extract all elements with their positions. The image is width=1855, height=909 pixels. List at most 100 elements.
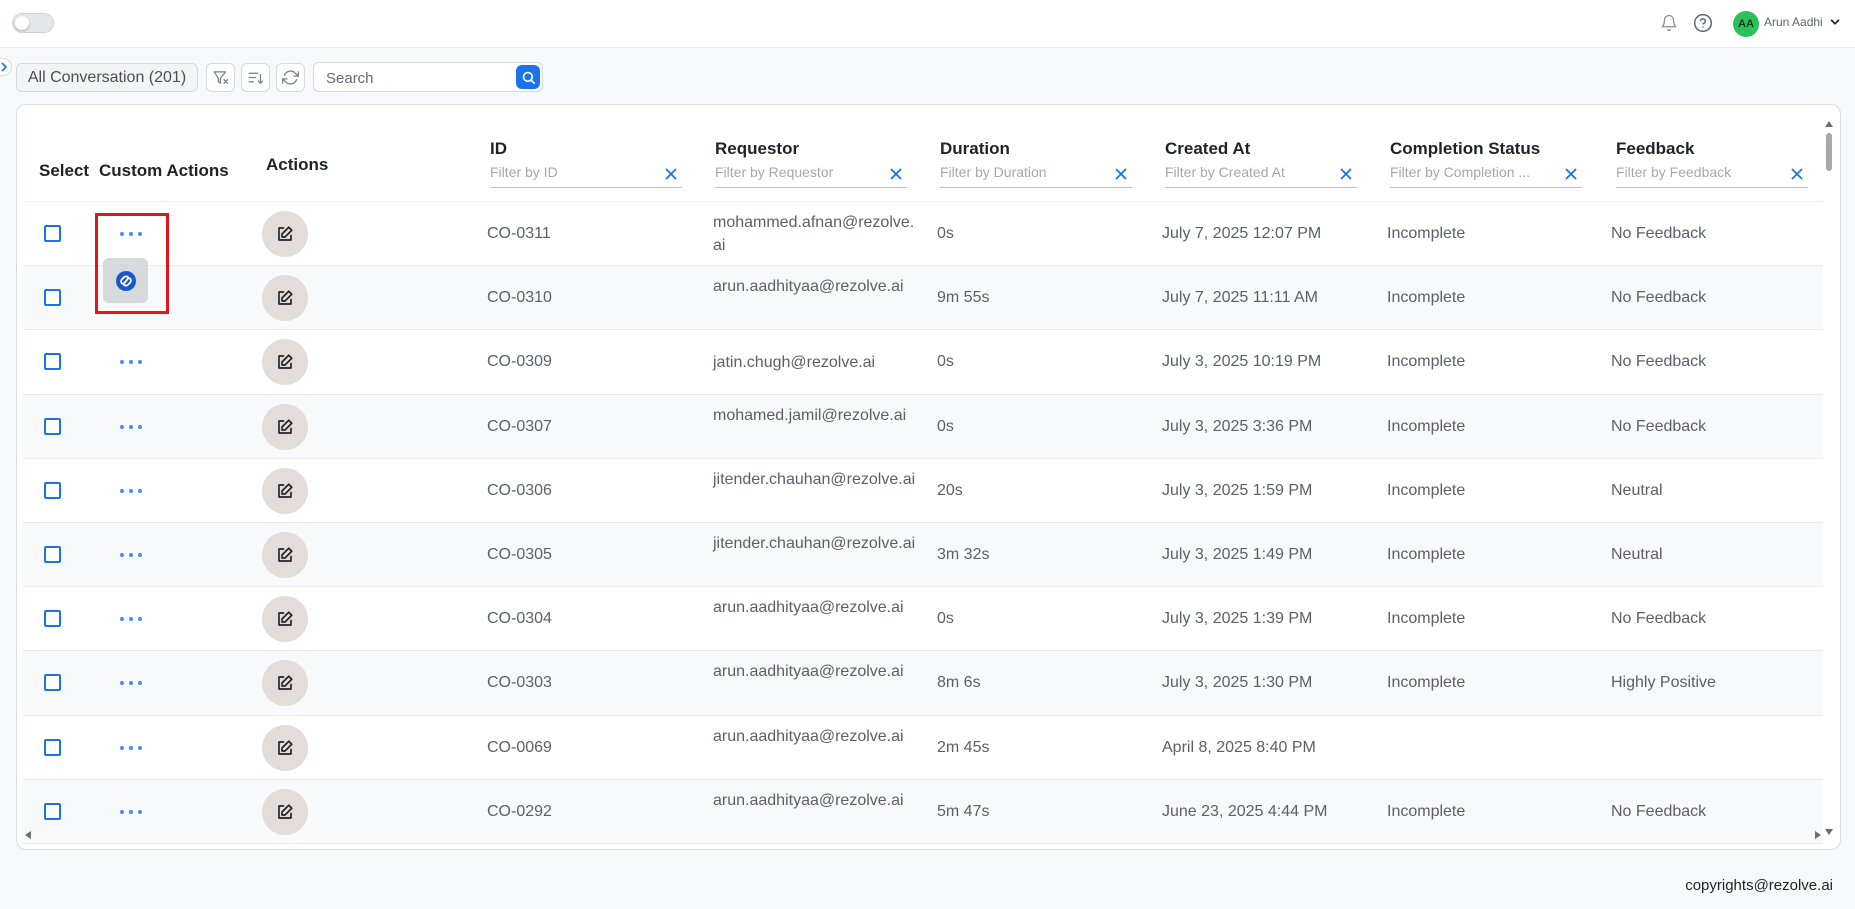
filter-completion-status-input[interactable] [1390,164,1540,180]
more-icon[interactable] [120,422,142,432]
cell-duration: 20s [937,481,963,499]
scroll-up-icon[interactable] [1825,121,1833,127]
cell-duration: 3m 32s [937,545,990,563]
edit-button[interactable] [262,724,308,771]
edit-button[interactable] [262,596,308,643]
clear-filter-icon[interactable] [1564,167,1578,181]
edit-icon [278,418,293,434]
edit-button[interactable] [262,403,308,450]
edit-icon [278,804,293,819]
edit-button[interactable] [262,467,308,514]
clear-filter-icon[interactable] [889,167,903,181]
search-button[interactable] [516,65,540,89]
cell-id[interactable]: CO-0305 [487,546,552,564]
all-conversation-button[interactable]: All Conversation (201) [16,63,198,92]
cell-created-at: July 3, 2025 1:39 PM [1162,610,1313,628]
header-requestor[interactable]: Requestor [715,139,799,159]
bell-icon[interactable] [1658,12,1680,34]
clear-filter-icon[interactable] [1790,167,1804,181]
chevron-down-icon[interactable] [1828,15,1842,29]
cell-status: Incomplete [1387,545,1466,563]
cell-created-at: July 7, 2025 11:11 AM [1162,289,1318,307]
cell-duration: 0s [937,417,954,435]
filter-button[interactable] [206,63,235,92]
filter-feedback-input[interactable] [1616,164,1766,180]
edit-button[interactable] [262,531,308,578]
edit-button[interactable] [262,788,308,835]
filter-icon [213,71,229,84]
help-icon[interactable] [1692,12,1714,34]
row-checkbox[interactable] [44,289,61,307]
edit-button[interactable] [262,275,308,322]
sort-button[interactable] [241,63,270,92]
vertical-scrollbar[interactable] [1823,119,1835,837]
row-checkbox[interactable] [44,545,61,563]
edit-button[interactable] [262,211,308,257]
row-checkbox[interactable] [44,481,61,499]
row-checkbox[interactable] [44,417,61,435]
search-input[interactable] [326,68,506,88]
cell-id[interactable]: CO-0307 [487,418,552,436]
cell-id[interactable]: CO-0303 [487,674,552,692]
row-checkbox[interactable] [44,610,61,628]
refresh-icon [282,70,299,85]
cell-id[interactable]: CO-0309 [487,353,552,371]
scroll-down-icon[interactable] [1825,829,1833,835]
horizontal-scrollbar[interactable] [23,829,1823,841]
row-checkbox[interactable] [44,802,61,820]
theme-toggle[interactable] [12,13,54,33]
edit-icon [278,739,293,755]
cell-id[interactable]: CO-0306 [487,482,552,500]
edit-button[interactable] [262,660,308,707]
clear-filter-icon[interactable] [1114,167,1128,181]
avatar[interactable]: AA [1733,11,1759,37]
header-duration[interactable]: Duration [940,139,1010,159]
filter-created-at-input[interactable] [1165,164,1315,180]
cell-feedback: No Feedback [1611,417,1707,435]
more-icon[interactable] [120,743,142,753]
clear-filter-icon[interactable] [1339,167,1353,181]
top-bar: AA Arun Aadhi [0,0,1855,48]
scroll-thumb[interactable] [1826,133,1832,171]
user-name[interactable]: Arun Aadhi [1764,15,1823,29]
edit-icon [278,547,293,562]
scroll-left-icon[interactable] [25,831,31,839]
conversation-table: Select Custom Actions Actions ID Request… [23,119,1823,844]
header-created-at[interactable]: Created At [1165,139,1250,159]
header-actions: Actions [266,155,329,174]
filter-id [490,162,682,188]
cell-duration: 8m 6s [937,674,981,692]
search-icon [522,71,535,84]
cell-id[interactable]: CO-0292 [487,803,552,821]
edit-icon [278,483,293,498]
filter-id-input[interactable] [490,164,640,180]
header-id[interactable]: ID [490,139,507,159]
cell-id[interactable]: CO-0310 [487,289,552,307]
more-icon[interactable] [120,807,142,817]
sidebar-expand-button[interactable] [0,58,12,76]
cell-id[interactable]: CO-0304 [487,610,552,628]
cell-requestor: arun.aadhityaa@rezolve.ai [713,599,904,617]
clear-filter-icon[interactable] [664,167,678,181]
row-checkbox[interactable] [44,738,61,756]
row-checkbox[interactable] [44,674,61,692]
filter-requestor-input[interactable] [715,164,865,180]
cell-requestor: mohamed.jamil@rezolve.ai [713,406,907,424]
more-icon[interactable] [120,550,142,560]
filter-duration-input[interactable] [940,164,1090,180]
cell-requestor: arun.aadhityaa@rezolve.ai [713,278,904,296]
edit-icon [278,675,293,691]
row-checkbox[interactable] [44,225,61,242]
scroll-right-icon[interactable] [1815,831,1821,839]
cell-id[interactable]: CO-0311 [487,225,551,243]
header-completion-status[interactable]: Completion Status [1390,139,1540,159]
more-icon[interactable] [120,678,142,688]
cell-id[interactable]: CO-0069 [487,739,552,757]
more-icon[interactable] [120,357,142,367]
more-icon[interactable] [120,486,142,496]
edit-button[interactable] [262,339,308,386]
more-icon[interactable] [120,614,142,624]
refresh-button[interactable] [276,63,305,92]
header-feedback[interactable]: Feedback [1616,139,1694,159]
row-checkbox[interactable] [44,353,61,371]
